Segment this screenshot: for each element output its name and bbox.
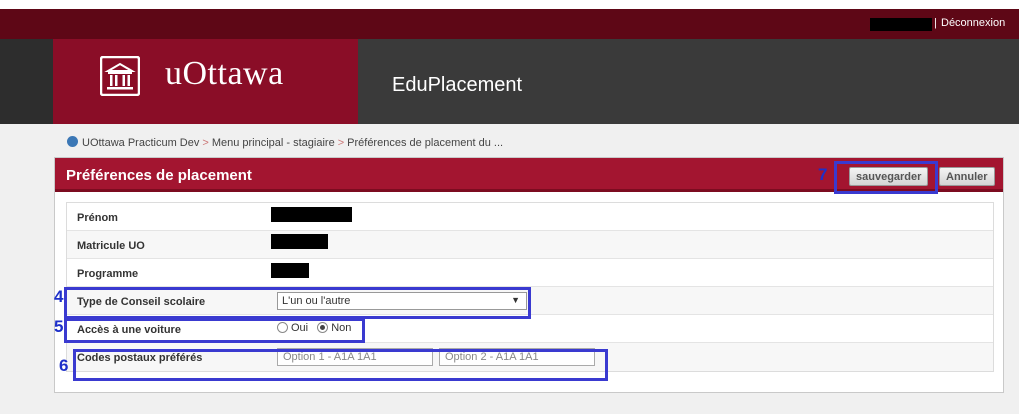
row-program: Programme <box>67 259 993 287</box>
top-bar: | Déconnexion <box>0 9 1019 39</box>
preferences-form: Prénom Matricule UO Programme Type de Co… <box>66 202 994 372</box>
row-board-type: Type de Conseil scolaire L'un ou l'autre… <box>67 287 993 315</box>
breadcrumb: UOttawa Practicum Dev > Menu principal - s… <box>67 136 503 149</box>
dropdown-arrow-icon: ▼ <box>511 295 520 305</box>
university-building-icon <box>100 56 140 96</box>
car-access-radio-yes[interactable] <box>277 322 288 333</box>
logout-separator: | <box>934 17 937 29</box>
annotation-number-car-access: 5 <box>54 317 64 336</box>
logout-link[interactable]: Déconnexion <box>941 17 1005 29</box>
postal-codes-label: Codes postaux préférés <box>77 352 203 364</box>
board-type-selected-value: L'un ou l'autre <box>282 295 351 307</box>
app-name: EduPlacement <box>392 74 523 96</box>
annotation-number-save: 7 <box>818 165 828 184</box>
row-postal-codes: Codes postaux préférés <box>67 343 993 371</box>
university-logo-text: uOttawa <box>165 55 284 92</box>
car-access-radio-no[interactable] <box>317 322 329 333</box>
header-banner: uOttawa EduPlacement <box>0 39 1019 124</box>
placement-preferences-panel: Préférences de placement 7 sauvegarder A… <box>54 157 1004 393</box>
redacted-program <box>271 263 309 278</box>
postal-code-option2-input[interactable] <box>439 348 595 366</box>
annotation-number-board-type: 4 <box>54 287 64 306</box>
car-access-label: Accès à une voiture <box>77 324 181 336</box>
banner-left-strip <box>0 39 53 124</box>
breadcrumb-item-main-menu[interactable]: Menu principal - stagiaire <box>212 137 335 149</box>
cancel-button[interactable]: Annuler <box>939 167 995 186</box>
row-car-access: Accès à une voiture Oui Non <box>67 315 993 343</box>
redacted-username <box>870 18 932 31</box>
program-label: Programme <box>77 268 139 280</box>
postal-code-option1-input[interactable] <box>277 348 433 366</box>
first-name-label: Prénom <box>77 212 118 224</box>
brand-block[interactable]: uOttawa <box>53 39 358 124</box>
panel-header: Préférences de placement 7 sauvegarder A… <box>55 158 1003 192</box>
car-access-yes-label[interactable]: Oui <box>291 322 308 334</box>
globe-icon <box>67 136 78 147</box>
annotation-number-postal-codes: 6 <box>59 356 69 375</box>
breadcrumb-item-home[interactable]: UOttawa Practicum Dev <box>82 137 199 149</box>
save-button[interactable]: sauvegarder <box>849 167 929 186</box>
redacted-first-name <box>271 207 352 222</box>
car-access-radio-group: Oui Non <box>277 322 357 334</box>
top-clipped-strip <box>0 0 1019 9</box>
board-type-select[interactable]: L'un ou l'autre ▼ <box>277 292 527 310</box>
board-type-label: Type de Conseil scolaire <box>77 296 206 308</box>
redacted-student-id <box>271 234 328 249</box>
student-id-label: Matricule UO <box>77 240 145 252</box>
row-student-id: Matricule UO <box>67 231 993 259</box>
breadcrumb-separator: > <box>202 137 209 149</box>
car-access-no-label[interactable]: Non <box>331 322 351 334</box>
breadcrumb-item-current: Préférences de placement du ... <box>347 137 504 149</box>
row-first-name: Prénom <box>67 203 993 231</box>
panel-title: Préférences de placement <box>66 167 252 184</box>
breadcrumb-separator: > <box>337 137 345 149</box>
